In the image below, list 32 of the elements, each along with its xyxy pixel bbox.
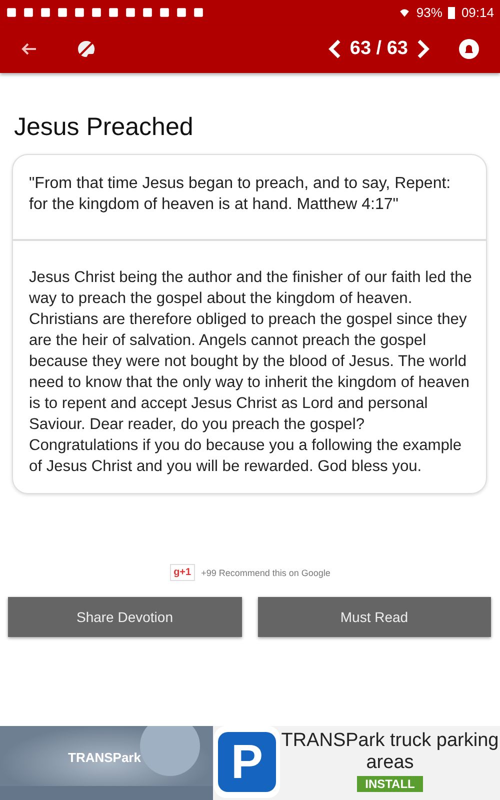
- bible-verse: "From that time Jesus began to preach, and to say, Repent: for the kingdom of heaven is at hand. Matthew 4:17": [13, 155, 486, 241]
- recommend-caption: +99 Recommend this on Google: [201, 568, 330, 578]
- notification-icon: [125, 7, 136, 18]
- notification-icon: [74, 7, 85, 18]
- install-button[interactable]: INSTALL: [357, 776, 423, 792]
- app-icon[interactable]: P: [214, 726, 280, 798]
- notification-icon: [176, 7, 187, 18]
- bell-icon[interactable]: [458, 38, 480, 60]
- devotion-title: Jesus Preached: [14, 113, 194, 142]
- page-counter: 63 / 63: [350, 38, 408, 60]
- clock: 09:14: [461, 5, 494, 20]
- banner-logo-text: TRANSPark: [68, 750, 141, 765]
- battery-percentage: 93%: [416, 5, 442, 20]
- ad-headline: TRANSPark truck parking areas: [280, 730, 500, 774]
- devotion-text: Jesus Christ being the author and the finisher of our faith led the way to preach the gospel about the kingdom of heaven. Christians are therefore obliged to preach the gospel since they are the heir of salvation. Angels cannot preach the gospel because they were not bought by the blood of Jesus. The world need to know that the only way to inherit the kingdom of heaven is to repent and accept Jesus Christ as Lord and personal Saviour. Dear reader, do you preach the gospel? Congratulations if you do because you a following the example of Jesus Christ and you will be rewarded. God bless you.: [28, 268, 473, 477]
- previous-icon[interactable]: [328, 39, 342, 59]
- notification-icon: [108, 7, 119, 18]
- notification-icon: [142, 7, 153, 18]
- notification-icon: [193, 7, 204, 18]
- notification-icon: [40, 7, 51, 18]
- notification-icon: [91, 7, 102, 18]
- battery-icon: [448, 6, 456, 18]
- next-icon[interactable]: [416, 39, 430, 59]
- notification-icon: [23, 7, 34, 18]
- palette-icon[interactable]: [76, 39, 96, 59]
- action-button[interactable]: Share Devotion: [8, 597, 242, 637]
- action-button[interactable]: Must Read: [258, 597, 491, 637]
- notification-icon: [57, 7, 68, 18]
- plus-one-button[interactable]: g+1: [170, 564, 196, 581]
- wifi-icon: [399, 7, 410, 18]
- notification-icon: [159, 7, 170, 18]
- notification-icon: [6, 7, 17, 18]
